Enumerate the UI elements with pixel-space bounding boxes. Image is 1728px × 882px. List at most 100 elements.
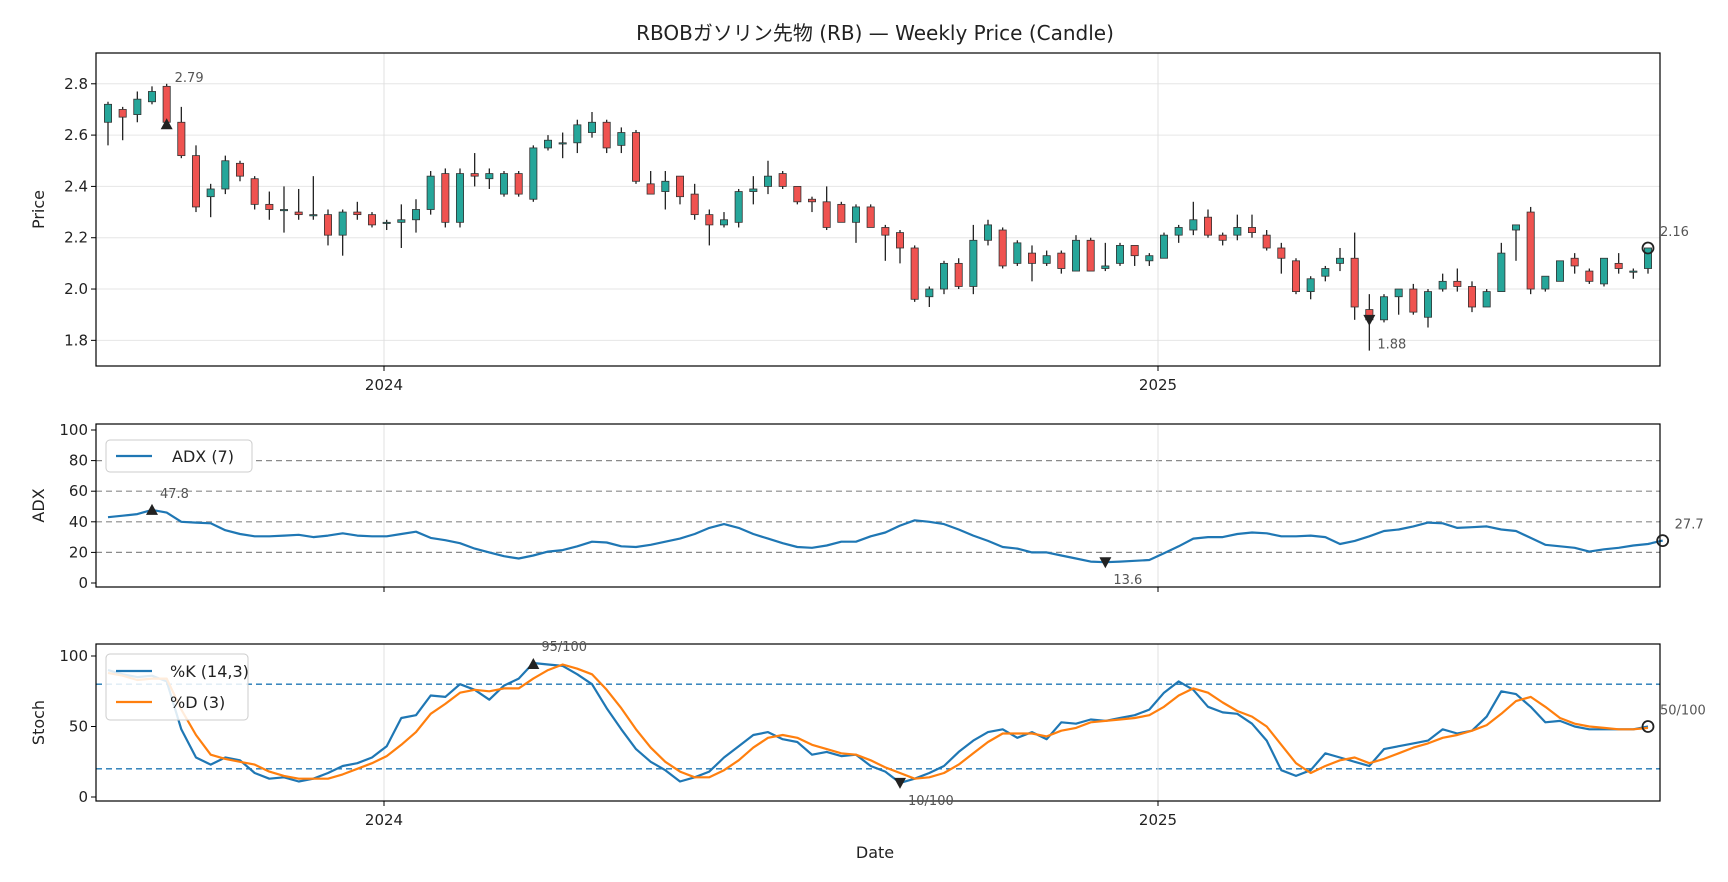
candle-body xyxy=(1013,242,1022,264)
candle-body xyxy=(646,183,655,195)
candle-body xyxy=(1526,211,1535,290)
candle-body xyxy=(734,191,743,223)
candle-body xyxy=(1042,255,1051,264)
candle-body xyxy=(1614,262,1623,269)
price-y-tick-label: 1.8 xyxy=(64,331,88,349)
stoch-legend: %K (14,3) %D (3) xyxy=(105,653,249,721)
candle-body xyxy=(206,188,215,198)
candle-body xyxy=(954,262,963,287)
price-x-tick-label: 2025 xyxy=(1139,376,1177,394)
candle-body xyxy=(1292,260,1301,292)
candle-body xyxy=(294,211,303,216)
candle-body xyxy=(162,85,171,123)
price-max-label: 2.79 xyxy=(175,71,204,86)
candle-body xyxy=(1468,286,1477,308)
candle-body xyxy=(177,121,186,157)
candle-body xyxy=(1394,288,1403,298)
candle-body xyxy=(1350,257,1359,308)
candle-body xyxy=(338,211,347,236)
stoch-y-axis-label: Stoch xyxy=(29,700,48,745)
candle-body xyxy=(720,219,729,226)
candle-body xyxy=(309,214,318,217)
candle-body xyxy=(1248,227,1257,233)
candle-body xyxy=(118,109,127,118)
candle-body xyxy=(367,214,376,226)
candle-body xyxy=(1409,288,1418,313)
stoch-min-marker xyxy=(894,777,906,789)
price-frame xyxy=(95,52,1661,367)
candle-body xyxy=(397,219,406,223)
candle-body xyxy=(1204,216,1213,236)
candle-body xyxy=(808,198,817,203)
candle-body xyxy=(455,173,464,223)
candle-body xyxy=(1600,257,1609,285)
candle-body xyxy=(984,224,993,241)
candle-body xyxy=(279,209,288,212)
candle-body xyxy=(1130,245,1139,257)
candle-body xyxy=(1556,260,1565,282)
candle-body xyxy=(925,288,934,298)
candle-body xyxy=(1218,234,1227,241)
x-axis-label: Date xyxy=(856,843,894,862)
candle-body xyxy=(998,229,1007,267)
candle-body xyxy=(690,193,699,216)
candle-body xyxy=(910,247,919,300)
stoch-panel: 0 50 100 2024 2025 Stoch 95/100 10/100 50/100 %K … xyxy=(29,640,1706,829)
candle-body xyxy=(764,175,773,187)
candle-body xyxy=(588,121,597,133)
candle-body xyxy=(749,188,758,192)
stoch-x-tick-label: 2024 xyxy=(365,811,403,829)
candle-body xyxy=(470,173,479,177)
candle-body xyxy=(1072,239,1081,272)
candle-body xyxy=(676,175,685,198)
candle-body xyxy=(411,209,420,221)
adx-y-tick-label: 40 xyxy=(69,513,88,531)
stoch-legend-k-label: %K (14,3) xyxy=(170,662,249,681)
candle-body xyxy=(1057,252,1066,269)
price-y-tick-label: 2.4 xyxy=(64,177,88,195)
candle-body xyxy=(441,173,450,223)
candle-body xyxy=(1028,252,1037,264)
candle-body xyxy=(1629,270,1638,273)
candle-body xyxy=(558,142,567,145)
candle-body xyxy=(514,173,523,195)
candle-body xyxy=(544,139,553,149)
stoch-max-label: 95/100 xyxy=(541,640,587,655)
candle-body xyxy=(250,178,259,205)
adx-y-tick-label: 0 xyxy=(78,574,88,592)
adx-panel: 0 20 40 60 80 100 ADX 47.8 13.6 27.7 ADX (7) xyxy=(29,421,1704,592)
adx-y-tick-label: 20 xyxy=(69,543,88,561)
price-y-tick-label: 2.8 xyxy=(64,75,88,93)
candle-body xyxy=(265,203,274,210)
stoch-last-label: 50/100 xyxy=(1660,704,1706,719)
candle-body xyxy=(793,186,802,203)
price-min-marker xyxy=(1363,314,1376,326)
candle-body xyxy=(1174,227,1183,236)
candle-body xyxy=(485,173,494,180)
candle-body xyxy=(1438,280,1447,290)
price-y-tick-label: 2.0 xyxy=(64,280,88,298)
price-panel: 1.8 2.0 2.2 2.4 2.6 2.8 2024 2025 Price 2.79 1.88 2… xyxy=(29,52,1689,394)
candle-body xyxy=(778,173,787,187)
candle-body xyxy=(499,173,508,195)
candle-body xyxy=(133,98,142,115)
candle-body xyxy=(617,132,626,146)
candle-body xyxy=(147,91,156,103)
adx-y-tick-label: 60 xyxy=(69,482,88,500)
price-min-label: 1.88 xyxy=(1377,338,1406,353)
candle-body xyxy=(1101,265,1110,269)
stoch-y-tick-label: 0 xyxy=(78,788,88,806)
candle-body xyxy=(705,214,714,226)
adx-y-axis-label: ADX xyxy=(29,488,48,522)
candle-body xyxy=(632,132,641,182)
candle-body xyxy=(1277,247,1286,259)
price-y-tick-label: 2.2 xyxy=(64,229,88,247)
candle-body xyxy=(1585,270,1594,282)
price-y-tick-label: 2.6 xyxy=(64,126,88,144)
candle-body xyxy=(1262,234,1271,249)
candle-body xyxy=(323,214,332,236)
stoch-d-line xyxy=(107,663,1649,780)
candle-body xyxy=(1497,252,1506,292)
adx-max-label: 47.8 xyxy=(160,487,189,502)
candle-body xyxy=(1160,234,1169,259)
